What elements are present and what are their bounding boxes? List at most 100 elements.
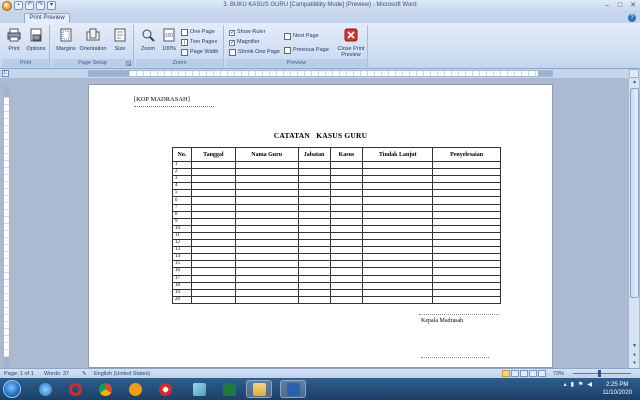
- print-button[interactable]: Print: [4, 27, 24, 57]
- shrink-one-page-button[interactable]: Shrink One Page: [229, 48, 280, 57]
- one-page-button[interactable]: One Page: [181, 28, 215, 37]
- taskbar-ccleaner[interactable]: [152, 380, 178, 398]
- taskbar-ie[interactable]: [32, 380, 58, 398]
- close-print-preview-button[interactable]: Close Print Preview: [336, 27, 366, 58]
- taskbar-excel[interactable]: [216, 380, 242, 398]
- table-cell: [190, 168, 236, 177]
- help-icon[interactable]: ?: [628, 14, 636, 22]
- options-button[interactable]: Options: [26, 27, 46, 57]
- tab-print-preview[interactable]: Print Preview: [24, 13, 70, 23]
- previous-page-icon[interactable]: ⯅: [630, 351, 639, 359]
- table-cell: [362, 295, 434, 304]
- document-page[interactable]: [KOP MADRASAH] CATATAN KASUS GURU No. Ta…: [88, 84, 553, 368]
- flag-icon[interactable]: ⚑: [578, 381, 583, 388]
- taskbar-app-cube[interactable]: [186, 380, 212, 398]
- maximize-button[interactable]: □: [615, 1, 625, 10]
- start-button[interactable]: [3, 380, 21, 398]
- minimize-button[interactable]: –: [602, 1, 612, 10]
- taskbar-opera[interactable]: [62, 380, 88, 398]
- page-count[interactable]: Page: 1 of 1: [4, 371, 34, 377]
- horizontal-ruler[interactable]: [88, 70, 553, 77]
- table-cell: [362, 217, 434, 226]
- page-width-button[interactable]: Page Width: [181, 48, 218, 57]
- taskbar-media-player[interactable]: [122, 380, 148, 398]
- row-number: 1: [172, 160, 192, 170]
- row-number: 8: [172, 210, 192, 219]
- orientation-button[interactable]: Orientation: [77, 27, 109, 57]
- table-row: 9: [172, 217, 501, 226]
- page-width-label: Page Width: [190, 49, 219, 55]
- print-label: Print: [8, 46, 20, 52]
- language[interactable]: English (United States): [94, 371, 150, 377]
- magnifier-checkbox[interactable]: ✓ Magnifier: [229, 38, 260, 47]
- table-cell: [362, 288, 434, 297]
- zoom-button[interactable]: Zoom: [138, 27, 158, 57]
- margins-button[interactable]: Margins: [55, 27, 77, 57]
- show-ruler-checkbox[interactable]: ✓ Show Ruler: [229, 28, 265, 37]
- table-cell: [432, 288, 501, 297]
- vertical-scrollbar[interactable]: ▲ ▼ ⯅ ⯆: [628, 78, 639, 368]
- table-cell: [432, 224, 501, 233]
- group-zoom-label: Zoom: [136, 59, 223, 67]
- tab-selector-icon[interactable]: L: [2, 70, 9, 77]
- ccleaner-icon: [158, 382, 172, 396]
- draft-view-icon[interactable]: [538, 370, 546, 377]
- row-number: 9: [172, 217, 192, 226]
- zoom-slider[interactable]: [573, 373, 631, 374]
- table-cell: [432, 168, 501, 177]
- next-page-icon[interactable]: ⯆: [630, 360, 639, 368]
- table-cell: [432, 274, 501, 283]
- table-cell: [234, 274, 299, 283]
- row-number: 4: [172, 182, 192, 191]
- network-icon[interactable]: ▮: [571, 381, 574, 388]
- row-number: 16: [172, 267, 192, 276]
- next-page-button[interactable]: Next Page: [284, 32, 319, 41]
- table-cell: [297, 196, 331, 205]
- status-bar: Page: 1 of 1 Words: 37 ✎ English (United…: [0, 368, 640, 378]
- table-cell: [234, 253, 299, 262]
- table-cell: [190, 182, 236, 191]
- scroll-up-icon[interactable]: ▲: [630, 78, 639, 86]
- table-cell: [190, 210, 236, 219]
- zoom-level[interactable]: 73%: [553, 371, 564, 377]
- ruler-toggle-icon[interactable]: [629, 69, 639, 78]
- table-cell: [234, 182, 299, 191]
- taskbar-explorer[interactable]: [246, 380, 272, 398]
- table-cell: [297, 182, 331, 191]
- close-window-button[interactable]: ✕: [628, 1, 638, 10]
- zoom-100-label: 100%: [161, 46, 177, 52]
- size-button[interactable]: Size: [110, 27, 130, 57]
- svg-text:100: 100: [165, 33, 174, 39]
- web-layout-view-icon[interactable]: [520, 370, 528, 377]
- next-page-label: Next Page: [293, 33, 319, 39]
- vertical-ruler[interactable]: [3, 86, 10, 368]
- row-number: 11: [172, 231, 192, 241]
- proofing-icon[interactable]: ✎: [82, 371, 87, 377]
- word-count[interactable]: Words: 37: [44, 371, 69, 377]
- table-cell: [432, 189, 501, 198]
- zoom-slider-knob[interactable]: [598, 370, 601, 377]
- print-layout-view-icon[interactable]: [502, 370, 510, 377]
- table-cell: [234, 267, 299, 276]
- taskbar-chrome[interactable]: [92, 380, 118, 398]
- page-setup-launcher-icon[interactable]: ↘: [126, 61, 131, 66]
- taskbar-word[interactable]: [280, 380, 306, 398]
- full-screen-view-icon[interactable]: [511, 370, 519, 377]
- table-cell: [297, 224, 331, 233]
- scrollbar-thumb[interactable]: [630, 88, 639, 298]
- zoom-100-button[interactable]: 100 100%: [159, 27, 179, 57]
- table-row: 8: [172, 210, 501, 219]
- tray-expand-icon[interactable]: ▴: [564, 381, 567, 388]
- magnifier-label: Magnifier: [237, 39, 260, 45]
- previous-page-button[interactable]: Previous Page: [284, 46, 329, 55]
- show-ruler-label: Show Ruler: [237, 29, 266, 35]
- table-cell: [329, 267, 364, 276]
- taskbar-clock[interactable]: 2:25 PM 11/10/2020: [602, 381, 632, 397]
- scroll-down-icon[interactable]: ▼: [630, 342, 639, 350]
- internet-explorer-icon: [38, 382, 52, 396]
- two-pages-button[interactable]: Two Pages: [181, 38, 217, 47]
- volume-icon[interactable]: ◀: [587, 381, 592, 388]
- two-pages-icon: [181, 39, 188, 46]
- outline-view-icon[interactable]: [529, 370, 537, 377]
- table-cell: [329, 231, 364, 241]
